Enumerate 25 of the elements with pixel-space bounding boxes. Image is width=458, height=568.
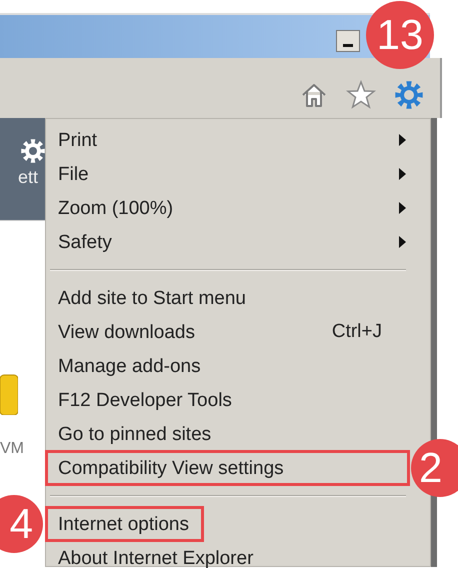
- menu-item[interactable]: Safety: [46, 225, 410, 259]
- submenu-arrow-icon: [399, 168, 406, 180]
- menu-item[interactable]: File: [46, 157, 410, 191]
- shortcut-text: Ctrl+J: [332, 320, 382, 344]
- menu-item[interactable]: Compatibility View settings: [46, 451, 410, 485]
- minimize-button[interactable]: [336, 30, 360, 52]
- menu-item[interactable]: Manage add-ons: [46, 349, 410, 383]
- menu-item[interactable]: Zoom (100%): [46, 191, 410, 225]
- menu-item[interactable]: View downloads Ctrl+J: [46, 315, 410, 349]
- step-badge: 13: [366, 1, 434, 69]
- settings-icon[interactable]: [394, 80, 424, 110]
- submenu-arrow-icon: [399, 134, 406, 146]
- submenu-arrow-icon: [399, 236, 406, 248]
- star-icon[interactable]: [346, 80, 376, 110]
- menu-item[interactable]: About Internet Explorer: [46, 541, 410, 568]
- panel-text: ett: [18, 168, 38, 186]
- menu-item[interactable]: Go to pinned sites: [46, 417, 410, 451]
- menu-item[interactable]: F12 Developer Tools: [46, 383, 410, 417]
- submenu-arrow-icon: [399, 202, 406, 214]
- minimize-icon: [343, 44, 353, 47]
- icon-label: VM: [0, 439, 25, 459]
- home-icon[interactable]: [300, 81, 328, 109]
- menu-item[interactable]: Print: [46, 123, 410, 157]
- menu-item[interactable]: Add site to Start menu: [46, 281, 410, 315]
- menu-item[interactable]: Internet options: [46, 507, 410, 541]
